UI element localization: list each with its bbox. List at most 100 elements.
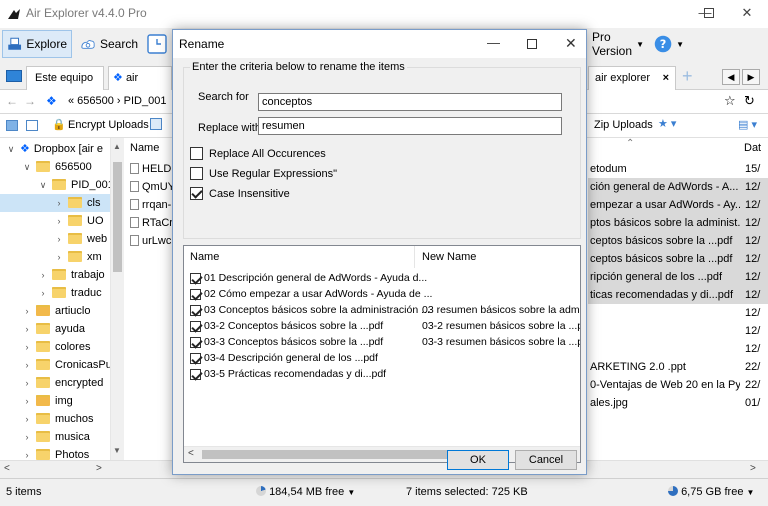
chevron-right-icon[interactable]: ›	[22, 356, 32, 374]
tab-scroll-left-button[interactable]: ◀	[722, 69, 740, 85]
search-button[interactable]: Search	[76, 30, 142, 58]
tree-item[interactable]: › cls	[0, 194, 112, 212]
tree-item[interactable]: › colores	[0, 338, 112, 356]
case-insensitive-checkbox[interactable]	[190, 187, 203, 200]
tree-item[interactable]: ∨ 656500	[0, 158, 112, 176]
date-column-header[interactable]: Dat	[744, 142, 761, 154]
list-item[interactable]: urLwc	[130, 232, 174, 250]
list-item[interactable]: empezar a usar AdWords - Ay... 12/	[588, 196, 768, 214]
list-item[interactable]: ales.jpg 01/	[588, 394, 768, 412]
breadcrumb[interactable]: « 656500 › PID_001	[68, 95, 166, 107]
tree-item[interactable]: › web	[0, 230, 112, 248]
chevron-right-icon[interactable]: ›	[22, 338, 32, 356]
list-item[interactable]: 12/	[588, 322, 768, 340]
options-icon[interactable]	[150, 118, 162, 130]
tree-item[interactable]: › trabajo	[0, 266, 112, 284]
scroll-up-icon[interactable]: ▲	[113, 142, 121, 151]
chevron-down-icon[interactable]: ∨	[6, 140, 16, 158]
encrypt-uploads-button[interactable]: Encrypt Uploads	[68, 119, 149, 131]
tree-item[interactable]: ∨ ❖ Dropbox [air e	[0, 140, 112, 158]
scroll-thumb[interactable]	[113, 162, 122, 272]
tree-item[interactable]: › muchos	[0, 410, 112, 428]
tree-vertical-scrollbar[interactable]: ▲ ▼	[110, 138, 124, 460]
chevron-right-icon[interactable]: ›	[38, 284, 48, 302]
tree-item[interactable]: › artiuclo	[0, 302, 112, 320]
rename-row[interactable]: 02 Cómo empezar a usar AdWords - Ayuda d…	[190, 286, 432, 302]
replace-all-checkbox-row[interactable]: Replace All Occurences	[190, 147, 326, 160]
regex-checkbox[interactable]	[190, 167, 203, 180]
tree-item[interactable]: › ayuda	[0, 320, 112, 338]
tab-air-explorer-left[interactable]: ❖ air explore	[108, 66, 172, 106]
rename-row[interactable]: 01 Descripción general de AdWords - Ayud…	[190, 270, 427, 286]
list-item[interactable]: 12/	[588, 340, 768, 358]
chevron-right-icon[interactable]: ›	[22, 410, 32, 428]
list-item[interactable]: QmUY	[130, 178, 174, 196]
tab-scroll-right-button[interactable]: ▶	[742, 69, 760, 85]
pro-version-button[interactable]: Pro Version ▼	[588, 30, 648, 58]
zip-uploads-button[interactable]: Zip Uploads	[594, 119, 653, 131]
tree-item[interactable]: › CronicasPu	[0, 356, 112, 374]
row-checkbox[interactable]	[190, 273, 201, 284]
chevron-right-icon[interactable]: ›	[22, 428, 32, 446]
new-name-column-header[interactable]: New Name	[422, 251, 476, 263]
new-folder-icon[interactable]	[6, 120, 18, 131]
chevron-right-icon[interactable]: ›	[54, 212, 64, 230]
chevron-right-icon[interactable]: ›	[22, 392, 32, 410]
cancel-button[interactable]: Cancel	[515, 450, 577, 470]
chevron-right-icon[interactable]: ›	[54, 194, 64, 212]
list-item[interactable]: ticas recomendadas y di...pdf 12/	[588, 286, 768, 304]
right-free-space[interactable]: 6,75 GB free ▼	[668, 486, 754, 498]
close-window-button[interactable]: ✕	[728, 0, 766, 28]
search-for-input[interactable]: conceptos	[258, 93, 562, 111]
list-item[interactable]: 0-Ventajas de Web 20 en la Py... 22/	[588, 376, 768, 394]
list-item[interactable]: ceptos básicos sobre la ...pdf 12/	[588, 232, 768, 250]
view-icon[interactable]	[26, 120, 38, 131]
close-tab-icon[interactable]: ×	[663, 67, 669, 89]
maximize-button[interactable]	[690, 0, 728, 28]
rename-row[interactable]: 03-5 Prácticas recomendadas y di...pdf	[190, 366, 386, 382]
list-item[interactable]: ceptos básicos sobre la ...pdf 12/	[588, 250, 768, 268]
list-item[interactable]: RTaCr	[130, 214, 174, 232]
tree-item[interactable]: › traduc	[0, 284, 112, 302]
forward-arrow-icon[interactable]: →	[24, 94, 36, 108]
name-column-header[interactable]: Name	[190, 251, 219, 263]
dialog-maximize-button[interactable]	[527, 39, 537, 49]
list-item[interactable]: ARKETING 2.0 .ppt 22/	[588, 358, 768, 376]
scroll-right-icon[interactable]: >	[96, 463, 102, 474]
chevron-down-icon[interactable]: ∨	[22, 158, 32, 176]
rename-row[interactable]: 03-2 Conceptos básicos sobre la ...pdf	[190, 318, 383, 334]
rename-row[interactable]: 03-4 Descripción general de los ...pdf	[190, 350, 378, 366]
tree-item[interactable]: ∨ PID_001	[0, 176, 114, 194]
list-item[interactable]: ción general de AdWords - A... 12/	[588, 178, 768, 196]
tree-item[interactable]: › xm	[0, 248, 112, 266]
chevron-right-icon[interactable]: ›	[54, 248, 64, 266]
chevron-right-icon[interactable]: ›	[54, 230, 64, 248]
scroll-right-icon[interactable]: >	[750, 463, 756, 474]
tab-air-explorer-right[interactable]: air explorer ×	[588, 66, 676, 90]
layout-icon[interactable]: ▤ ▾	[738, 118, 757, 131]
list-item[interactable]: rrqan-	[130, 196, 174, 214]
scroll-left-icon[interactable]: <	[4, 463, 10, 474]
row-checkbox[interactable]	[190, 289, 201, 300]
scroll-left-icon[interactable]: <	[188, 448, 194, 459]
tree-item[interactable]: › UO	[0, 212, 112, 230]
replace-with-input[interactable]: resumen	[258, 117, 562, 135]
replace-all-checkbox[interactable]	[190, 147, 203, 160]
dialog-minimize-button[interactable]: —	[487, 35, 500, 50]
regex-checkbox-row[interactable]: Use Regular Expressions"	[190, 167, 337, 180]
chevron-right-icon[interactable]: ›	[38, 266, 48, 284]
list-item[interactable]: ripción general de los ...pdf 12/	[588, 268, 768, 286]
tree-item[interactable]: › musica	[0, 428, 112, 446]
name-column-header[interactable]: Name	[130, 142, 159, 154]
help-button[interactable]: ? ▼	[650, 30, 688, 58]
favorite-star-icon[interactable]: ☆	[724, 93, 736, 109]
rename-row[interactable]: 03-3 Conceptos básicos sobre la ...pdf	[190, 334, 383, 350]
favorites-star-icon[interactable]: ★ ▾	[658, 117, 676, 130]
case-insensitive-checkbox-row[interactable]: Case Insensitive	[190, 187, 290, 200]
refresh-icon[interactable]: ↻	[744, 93, 755, 109]
row-checkbox[interactable]	[190, 353, 201, 364]
explore-button[interactable]: Explore	[2, 30, 72, 58]
add-tab-icon[interactable]: +	[682, 66, 693, 86]
chevron-right-icon[interactable]: ›	[22, 302, 32, 320]
tree-item[interactable]: › Photos	[0, 446, 112, 460]
